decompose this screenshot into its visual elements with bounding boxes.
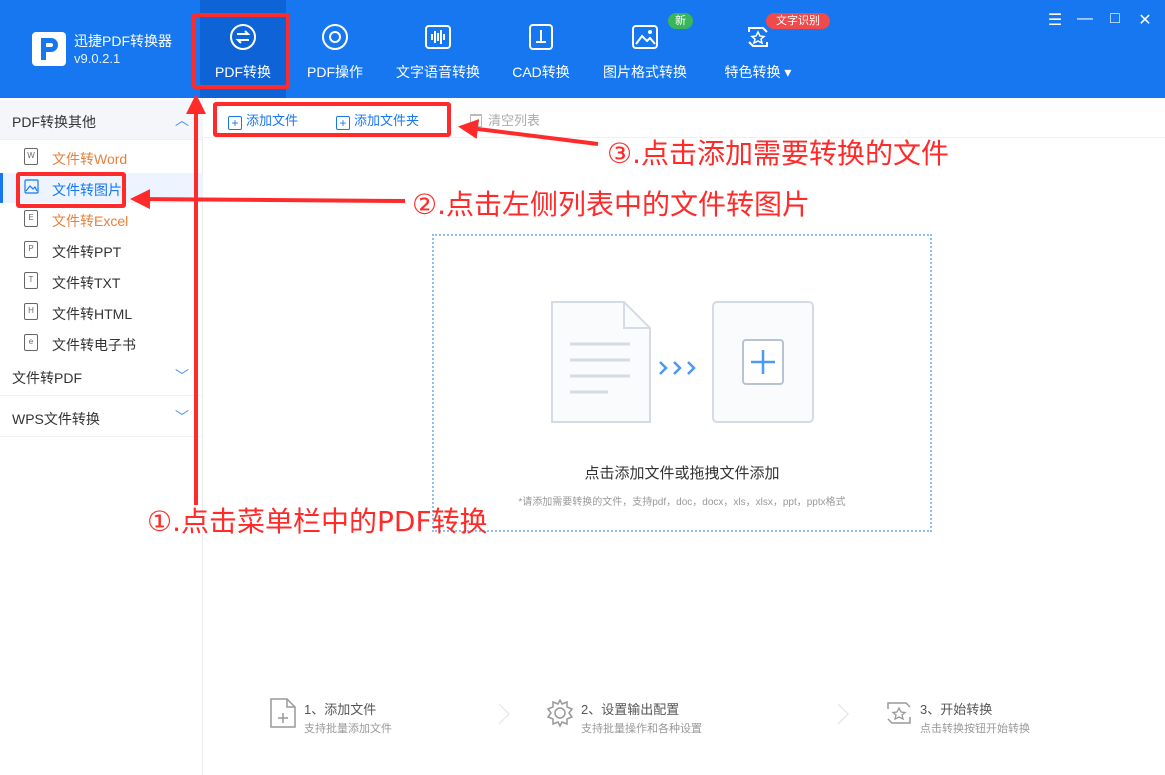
add-file-illustration [551, 301, 814, 423]
maximize-icon[interactable]: □ [1104, 10, 1126, 28]
step-title: 3、开始转换 [920, 702, 993, 717]
ppt-file-icon: P [24, 241, 38, 258]
html-file-icon: H [24, 303, 38, 320]
step-desc: 支持批量添加文件 [304, 723, 392, 735]
nav-label: 文字语音转换 [396, 64, 480, 80]
app-logo [32, 32, 66, 66]
step-title: 2、设置输出配置 [581, 702, 680, 717]
sidebar-item-html[interactable]: H 文件转HTML [0, 297, 203, 327]
close-icon[interactable]: ✕ [1134, 10, 1156, 30]
nav-pdf-operate[interactable]: PDF操作 [294, 0, 376, 98]
waveform-icon [425, 25, 451, 49]
image-icon [632, 25, 658, 49]
sidebar-item-word[interactable]: W 文件转Word [0, 142, 203, 172]
step-desc: 点击转换按钮开始转换 [920, 723, 1030, 735]
group-label: PDF转换其他 [12, 114, 96, 130]
app-version: v9.0.2.1 [74, 51, 121, 66]
nav-label: 特色转换 ▾ [724, 64, 792, 80]
step-title: 1、添加文件 [304, 702, 377, 717]
title-bar: 迅捷PDF转换器 v9.0.2.1 PDF转换 PDF操作 文字语音转换 CAD… [0, 0, 1165, 98]
highlight-image-item [16, 172, 126, 208]
caret-down-icon: ▾ [784, 64, 792, 80]
chevron-right-icon [498, 703, 511, 725]
highlight-pdf-tab [192, 13, 290, 89]
cad-icon [529, 24, 553, 50]
chevron-down-icon: ﹀ [175, 409, 189, 425]
sidebar-item-label: 文件转HTML [52, 306, 133, 322]
nav-cad-convert[interactable]: CAD转换 [503, 0, 579, 98]
start-convert-icon [887, 702, 911, 724]
minimize-icon[interactable]: — [1074, 10, 1096, 28]
active-indicator [0, 173, 3, 203]
ebook-file-icon: e [24, 334, 38, 351]
sidebar-item-label: 文件转Word [52, 151, 128, 167]
nav-label: CAD转换 [512, 64, 570, 80]
menu-icon[interactable]: ☰ [1044, 10, 1066, 30]
chevron-down-icon: ﹀ [175, 368, 189, 384]
group-label: WPS文件转换 [12, 411, 100, 427]
step-desc: 支持批量操作和各种设置 [581, 723, 702, 735]
nav-label: 图片格式转换 [603, 64, 687, 80]
chevron-right-icon [837, 703, 850, 725]
new-badge: 新 [668, 13, 693, 29]
ocr-badge: 文字识别 [766, 13, 830, 29]
excel-file-icon: E [24, 210, 38, 227]
app-name: 迅捷PDF转换器 [74, 33, 172, 49]
sidebar-item-label: 文件转TXT [52, 275, 121, 291]
annotation-step-1: ①.点击菜单栏中的PDF转换 [147, 505, 488, 538]
sidebar-item-txt[interactable]: T 文件转TXT [0, 266, 203, 296]
chevron-up-icon: ︿ [175, 112, 189, 128]
nav-label: PDF操作 [307, 64, 363, 80]
sidebar-item-excel[interactable]: E 文件转Excel [0, 204, 203, 234]
sidebar-group-pdf-other[interactable]: PDF转换其他 ︿ [0, 100, 203, 140]
txt-file-icon: T [24, 272, 38, 289]
sidebar-group-wps[interactable]: WPS文件转换 ﹀ [0, 397, 203, 437]
sidebar-item-label: 文件转Excel [52, 213, 129, 229]
gear-circle-icon [322, 24, 348, 50]
highlight-add-buttons [213, 102, 451, 137]
annotation-step-2: ②.点击左侧列表中的文件转图片 [412, 188, 811, 221]
pdf-logo-icon [41, 38, 58, 60]
clear-list-button[interactable]: 清空列表 [470, 110, 540, 129]
drop-zone-title: 点击添加文件或拖拽文件添加 [584, 465, 780, 482]
sidebar-item-label: 文件转PPT [52, 244, 122, 260]
sidebar-item-ebook[interactable]: e 文件转电子书 [0, 328, 203, 358]
word-file-icon: W [24, 148, 38, 165]
annotation-step-3: ③.点击添加需要转换的文件 [607, 137, 950, 170]
group-label: 文件转PDF [12, 370, 82, 386]
sidebar-item-ppt[interactable]: P 文件转PPT [0, 235, 203, 265]
sidebar-item-label: 文件转电子书 [52, 337, 136, 353]
nav-text-voice[interactable]: 文字语音转换 [390, 0, 486, 98]
gear-icon [546, 698, 574, 728]
sidebar-group-to-pdf[interactable]: 文件转PDF ﹀ [0, 356, 203, 396]
drop-zone-hint: *请添加需要转换的文件，支持pdf，doc，docx，xls，xlsx，ppt，… [518, 497, 846, 508]
add-file-icon [270, 698, 296, 728]
file-drop-zone[interactable]: 点击添加文件或拖拽文件添加 *请添加需要转换的文件，支持pdf，doc，docx… [432, 234, 932, 532]
trash-icon [470, 114, 482, 127]
